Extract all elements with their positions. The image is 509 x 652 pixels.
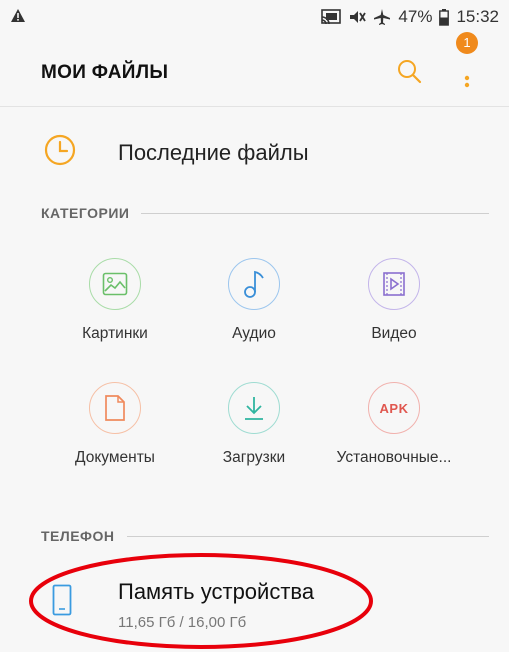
recent-files-item[interactable]: Последние файлы bbox=[0, 123, 509, 181]
image-icon bbox=[89, 258, 141, 310]
cast-icon bbox=[321, 9, 342, 25]
battery-icon bbox=[439, 8, 450, 26]
more-options-button[interactable] bbox=[452, 48, 482, 94]
app-header: МОИ ФАЙЛЫ 1 bbox=[0, 32, 509, 106]
category-label: Видео bbox=[371, 325, 417, 342]
categories-section-title: КАТЕГОРИИ bbox=[41, 205, 130, 221]
download-icon bbox=[228, 382, 280, 434]
video-icon bbox=[368, 258, 420, 310]
storage-title: Память устройства bbox=[118, 579, 315, 604]
section-divider bbox=[141, 212, 489, 214]
phone-icon bbox=[52, 584, 72, 621]
category-label: Установочные... bbox=[336, 449, 452, 466]
category-downloads[interactable]: Загрузки bbox=[189, 382, 319, 472]
more-vert-icon bbox=[464, 75, 470, 88]
clock-time: 15:32 bbox=[456, 7, 499, 26]
categories-section-header: КАТЕГОРИИ bbox=[41, 203, 489, 223]
phone-section-title: ТЕЛЕФОН bbox=[41, 528, 115, 544]
storage-usage: 11,65 Гб / 16,00 Гб bbox=[118, 614, 247, 631]
mute-icon bbox=[348, 9, 367, 25]
phone-section-header: ТЕЛЕФОН bbox=[41, 526, 489, 546]
category-label: Аудио bbox=[232, 325, 276, 342]
airplane-icon bbox=[373, 8, 391, 26]
category-installers[interactable]: APK Установочные... bbox=[329, 382, 459, 472]
warning-icon bbox=[10, 8, 26, 28]
category-documents[interactable]: Документы bbox=[50, 382, 180, 472]
search-button[interactable] bbox=[394, 56, 426, 88]
notification-badge: 1 bbox=[456, 32, 478, 54]
device-storage-item[interactable]: Память устройства 11,65 Гб / 16,00 Гб bbox=[0, 567, 509, 637]
category-images[interactable]: Картинки bbox=[50, 258, 180, 348]
apk-icon: APK bbox=[368, 382, 420, 434]
search-icon bbox=[398, 60, 422, 84]
category-audio[interactable]: Аудио bbox=[189, 258, 319, 348]
clock-icon bbox=[43, 133, 77, 172]
recent-files-label: Последние файлы bbox=[118, 140, 309, 165]
category-video[interactable]: Видео bbox=[329, 258, 459, 348]
battery-percent: 47% bbox=[398, 7, 433, 26]
status-bar: 47% 15:32 bbox=[0, 0, 509, 34]
page-title: МОИ ФАЙЛЫ bbox=[41, 62, 169, 83]
category-label: Документы bbox=[75, 449, 155, 466]
header-divider bbox=[0, 106, 509, 107]
document-icon bbox=[89, 382, 141, 434]
category-label: Загрузки bbox=[222, 449, 286, 466]
section-divider bbox=[126, 535, 489, 537]
music-note-icon bbox=[228, 258, 280, 310]
category-label: Картинки bbox=[82, 325, 148, 342]
